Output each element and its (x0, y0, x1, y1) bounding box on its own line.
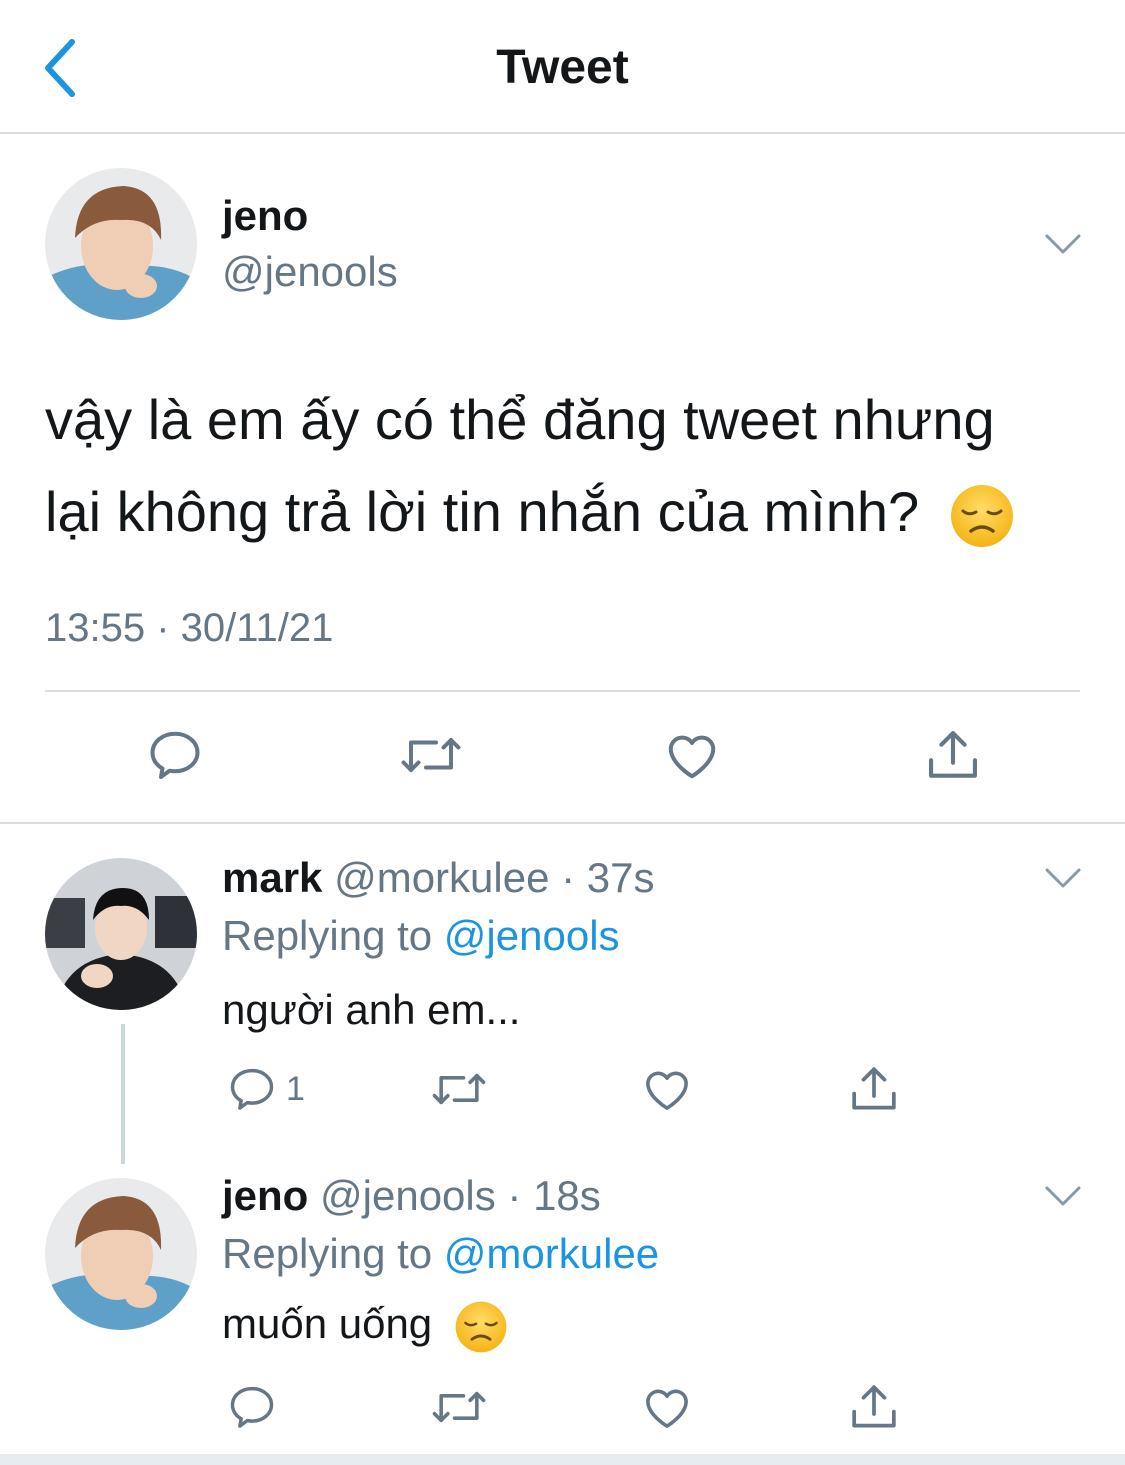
reply-header: mark @morkulee · 37s (222, 854, 655, 902)
reply-time: · 18s (507, 1172, 601, 1219)
more-options-button[interactable] (1043, 866, 1083, 890)
divider (0, 822, 1125, 824)
author-name[interactable]: mark (222, 854, 322, 901)
like-button[interactable] (640, 1054, 710, 1124)
divider (45, 690, 1080, 692)
like-button[interactable] (640, 1372, 710, 1442)
chevron-down-icon (1045, 1186, 1081, 1206)
retweet-button[interactable] (430, 1372, 500, 1442)
author-name[interactable]: jeno (222, 1172, 308, 1219)
disappointed-face-emoji (950, 485, 1013, 548)
reply-text: người anh em... (222, 986, 521, 1033)
share-icon (852, 1067, 896, 1110)
disappointed-face-emoji (455, 1301, 507, 1353)
avatar[interactable] (45, 1178, 197, 1330)
more-options-button[interactable] (1043, 232, 1083, 256)
reply-icon (230, 1386, 274, 1428)
author-handle[interactable]: @jenools (320, 1172, 496, 1219)
share-button[interactable] (846, 1054, 916, 1124)
retweet-button[interactable] (398, 720, 468, 790)
like-icon (646, 1389, 688, 1428)
tweet-text: vậy là em ấy có thể đăng tweet nhưng lại… (45, 374, 1105, 558)
retweet-icon (432, 1073, 486, 1105)
replying-to-label: Replying to (222, 1230, 433, 1277)
retweet-button[interactable] (430, 1054, 500, 1124)
like-button[interactable] (662, 720, 732, 790)
reply-icon (150, 731, 200, 779)
share-icon (928, 730, 978, 778)
replying-to-line: Replying to @morkulee (222, 1230, 659, 1278)
reply-button[interactable] (145, 720, 215, 790)
thread-connector-line (121, 1024, 125, 1164)
author-handle[interactable]: @jenools (222, 248, 398, 296)
avatar-jeno-image (45, 1178, 197, 1330)
bottom-divider (0, 1454, 1125, 1465)
reply-button[interactable] (226, 1372, 296, 1442)
author-name[interactable]: jeno (222, 192, 308, 240)
tweet-text-line: vậy là em ấy có thể đăng tweet nhưng (45, 388, 995, 451)
chevron-down-icon (1045, 868, 1081, 888)
author-handle[interactable]: @morkulee (334, 854, 549, 901)
retweet-icon (401, 738, 461, 772)
avatar[interactable] (45, 168, 197, 320)
avatar-jeno-image (45, 168, 197, 320)
replying-to-label: Replying to (222, 912, 433, 959)
reply-button[interactable]: 1 (226, 1054, 336, 1124)
reply-time: · 37s (561, 854, 655, 901)
replying-to-mention[interactable]: @jenools (444, 912, 620, 959)
reply-header: jeno @jenools · 18s (222, 1172, 601, 1220)
reply-count: 1 (286, 1069, 305, 1108)
tweet-text-line: lại không trả lời tin nhắn của mình? (45, 480, 920, 543)
like-icon (668, 735, 716, 779)
share-icon (852, 1385, 896, 1428)
retweet-icon (432, 1391, 486, 1423)
share-button[interactable] (922, 720, 992, 790)
chevron-down-icon (1045, 234, 1081, 254)
more-options-button[interactable] (1043, 1184, 1083, 1208)
avatar[interactable] (45, 858, 197, 1010)
tweet-timestamp[interactable]: 13:55 · 30/11/21 (45, 606, 333, 651)
like-icon (646, 1071, 688, 1110)
reply-text: muốn uống (222, 1300, 433, 1348)
replying-to-mention[interactable]: @morkulee (444, 1230, 659, 1277)
reply-text-row: muốn uống (222, 1300, 508, 1354)
avatar-mark-image (45, 858, 197, 1010)
replying-to-line: Replying to @jenools (222, 912, 620, 960)
share-button[interactable] (846, 1372, 916, 1442)
reply-icon (230, 1068, 274, 1110)
page-title: Tweet (496, 41, 629, 94)
